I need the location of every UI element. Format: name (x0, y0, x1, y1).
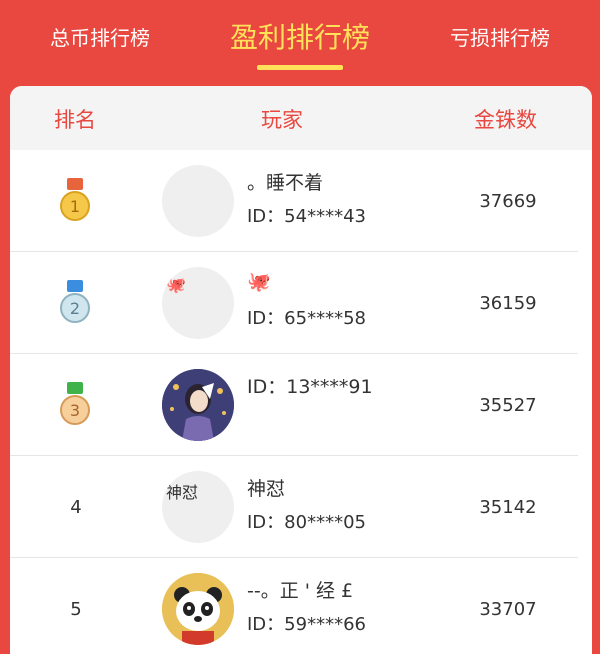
avatar[interactable]: 🐙 (162, 267, 234, 339)
player-nickname: 。睡不着 (247, 172, 324, 194)
player-id: ID：59****66 (247, 614, 366, 635)
medal-rank-number: 3 (70, 401, 80, 420)
active-tab-indicator (257, 65, 343, 70)
rank-number: 4 (70, 496, 82, 518)
table-row[interactable]: 3 ID：13****91 35527 (10, 354, 592, 456)
header-coins: 金铢数 (474, 108, 537, 132)
avatar-text: 神怼 (166, 483, 199, 502)
medal-rank-number: 2 (70, 299, 80, 318)
silver-medal-icon: 2 (60, 280, 90, 323)
table-row[interactable]: 5 --。正 ' 经 £ ID：59****66 33707 (10, 558, 592, 654)
table-row[interactable]: 2 🐙 🐙 ID：65****58 36159 (10, 252, 592, 354)
avatar[interactable]: 神怼 (162, 471, 234, 543)
gold-medal-icon: 1 (60, 178, 90, 221)
avatar-emoji: 🐙 (166, 275, 186, 294)
coin-count: 33707 (479, 598, 537, 620)
avatar[interactable] (162, 573, 234, 645)
player-id: ID：13****91 (247, 376, 373, 398)
bronze-medal-icon: 3 (60, 382, 90, 425)
coin-count: 36159 (479, 292, 537, 314)
rank-number: 5 (70, 598, 82, 620)
leaderboard-card: 排名 玩家 金铢数 1 。睡不着 ID：54****43 37669 2 🐙 🐙… (10, 86, 592, 654)
medal-rank-number: 1 (70, 197, 80, 216)
table-row[interactable]: 4 神怼 神怼 ID：80****05 35142 (10, 456, 592, 558)
player-id: ID：54****43 (247, 206, 366, 227)
header-player: 玩家 (261, 108, 303, 132)
coin-count: 37669 (479, 190, 537, 212)
player-nickname: --。正 ' 经 £ (247, 580, 354, 602)
avatar[interactable] (162, 165, 234, 237)
header-rank: 排名 (54, 108, 96, 132)
leaderboard-tabs: 总币排行榜 盈利排行榜 亏损排行榜 (0, 0, 600, 86)
tab-total-coins[interactable]: 总币排行榜 (20, 0, 180, 72)
tab-profit[interactable]: 盈利排行榜 (200, 0, 400, 72)
table-header: 排名 玩家 金铢数 (10, 86, 592, 150)
tab-loss[interactable]: 亏损排行榜 (420, 0, 580, 72)
coin-count: 35527 (479, 394, 537, 416)
avatar[interactable] (162, 369, 234, 441)
player-nickname: 神怼 (247, 478, 286, 500)
avatar-image (162, 369, 234, 441)
coin-count: 35142 (479, 496, 537, 518)
player-id: ID：65****58 (247, 308, 366, 329)
table-row[interactable]: 1 。睡不着 ID：54****43 37669 (10, 150, 592, 252)
player-nickname: 🐙 (247, 271, 271, 293)
panda-avatar-image (162, 573, 234, 645)
player-id: ID：80****05 (247, 512, 366, 533)
